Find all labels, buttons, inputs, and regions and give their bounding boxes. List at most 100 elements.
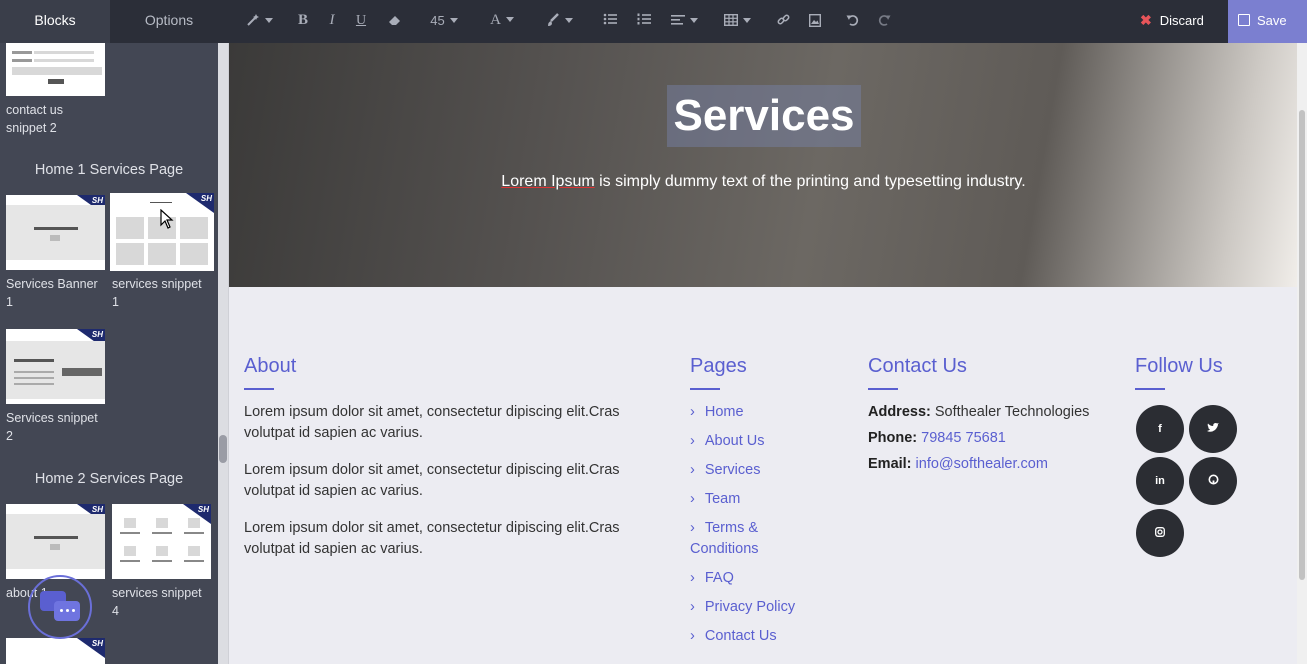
discard-label: Discard bbox=[1159, 13, 1204, 28]
block-label: Services snippet 2 bbox=[6, 411, 98, 443]
phone-link[interactable]: 79845 75681 bbox=[921, 430, 1006, 446]
hero-title[interactable]: Services bbox=[667, 85, 861, 147]
block-label: services snippet 4 bbox=[112, 586, 202, 618]
hero-subtitle-rest: is simply dummy text of the printing and… bbox=[594, 173, 1026, 190]
section-heading-home1: Home 1 Services Page bbox=[34, 162, 184, 178]
undo-button[interactable] bbox=[842, 0, 862, 43]
block-thumbnail-services-snippet-4[interactable]: SH bbox=[112, 504, 211, 579]
block-thumbnail-contact-us-snippet-2[interactable] bbox=[6, 43, 105, 96]
sh-badge: SH bbox=[91, 330, 103, 339]
about-paragraph: Lorem ipsum dolor sit amet, consectetur … bbox=[244, 462, 620, 499]
chevron-right-icon: › bbox=[690, 462, 695, 478]
floppy-disk-icon bbox=[1238, 14, 1250, 26]
github-icon[interactable] bbox=[1189, 457, 1237, 505]
contact-heading: Contact Us bbox=[868, 355, 967, 377]
facebook-icon[interactable]: f bbox=[1136, 405, 1184, 453]
font-size-value: 45 bbox=[430, 13, 445, 28]
sh-badge: SH bbox=[200, 194, 212, 203]
bulleted-list-icon bbox=[603, 13, 617, 25]
sidebar-scrollbar-thumb[interactable] bbox=[219, 435, 227, 463]
heading-underline bbox=[244, 388, 274, 390]
block-thumbnail-services-snippet-2[interactable]: SH bbox=[6, 329, 105, 404]
eraser-button[interactable] bbox=[384, 0, 406, 43]
underline-icon: U bbox=[355, 13, 367, 28]
bold-icon: B bbox=[297, 12, 308, 28]
contact-email: Email: info@softhealer.com bbox=[868, 456, 1048, 472]
twitter-icon[interactable] bbox=[1189, 405, 1237, 453]
redo-icon bbox=[878, 15, 890, 26]
pages-heading: Pages bbox=[690, 355, 747, 377]
chevron-right-icon: › bbox=[690, 520, 695, 536]
about-heading: About bbox=[244, 355, 297, 377]
chevron-right-icon: › bbox=[690, 433, 695, 449]
contact-phone: Phone: 79845 75681 bbox=[868, 430, 1006, 446]
tab-blocks[interactable]: Blocks bbox=[0, 0, 110, 43]
link-button[interactable] bbox=[774, 0, 792, 43]
linkedin-icon[interactable]: in bbox=[1136, 457, 1184, 505]
page-canvas: Services Lorem Ipsum is simply dummy tex… bbox=[228, 43, 1298, 664]
footer-link-services[interactable]: › Services bbox=[690, 460, 760, 481]
align-dropdown[interactable] bbox=[668, 0, 700, 43]
footer-link-faq[interactable]: › FAQ bbox=[690, 568, 734, 589]
block-thumbnail[interactable]: SH bbox=[6, 638, 105, 664]
magic-wand-dropdown[interactable] bbox=[244, 0, 274, 43]
instagram-icon[interactable] bbox=[1136, 509, 1184, 557]
paint-brush-icon bbox=[547, 13, 559, 26]
hero-banner[interactable]: Services Lorem Ipsum is simply dummy tex… bbox=[229, 43, 1298, 287]
font-color-dropdown[interactable]: A bbox=[484, 0, 520, 43]
underline-button[interactable]: U bbox=[352, 0, 370, 43]
block-label: services snippet 1 bbox=[112, 277, 202, 309]
undo-icon bbox=[846, 15, 858, 26]
about-paragraph: Lorem ipsum dolor sit amet, consectetur … bbox=[244, 404, 620, 441]
tab-options[interactable]: Options bbox=[110, 0, 228, 43]
chevron-right-icon: › bbox=[690, 491, 695, 507]
footer-link-privacy-policy[interactable]: › Privacy Policy bbox=[690, 597, 795, 618]
block-thumbnail-services-banner-1[interactable]: SH bbox=[6, 195, 105, 270]
save-button[interactable]: Save bbox=[1228, 0, 1307, 43]
footer-link-about-us[interactable]: › About Us bbox=[690, 431, 765, 452]
footer-link-terms[interactable]: › Terms & Conditions bbox=[690, 518, 790, 560]
font-icon: A bbox=[490, 12, 501, 28]
discard-button[interactable]: ✖ Discard bbox=[1140, 0, 1204, 43]
chevron-right-icon: › bbox=[690, 628, 695, 644]
link-icon bbox=[777, 14, 789, 25]
font-size-dropdown[interactable]: 45 bbox=[424, 0, 464, 43]
blocks-sidebar: contact us snippet 2 Home 1 Services Pag… bbox=[0, 43, 218, 664]
editor-toolbar: Blocks Options B I U 45 A ✖ Discard Save bbox=[0, 0, 1307, 43]
canvas-scrollbar-thumb[interactable] bbox=[1299, 110, 1305, 580]
heading-underline bbox=[1135, 388, 1165, 390]
block-label: Services Banner 1 bbox=[6, 277, 98, 309]
background-color-dropdown[interactable] bbox=[542, 0, 576, 43]
mouse-cursor-icon bbox=[160, 209, 174, 229]
table-dropdown[interactable] bbox=[722, 0, 752, 43]
heading-underline bbox=[690, 388, 720, 390]
eraser-icon bbox=[389, 16, 400, 25]
sh-badge: SH bbox=[197, 505, 209, 514]
bulleted-list-button[interactable] bbox=[600, 0, 620, 43]
numbered-list-icon bbox=[637, 13, 651, 25]
block-thumbnail-about-1[interactable]: SH bbox=[6, 504, 105, 579]
footer-link-home[interactable]: › Home bbox=[690, 402, 744, 423]
magic-wand-icon bbox=[246, 14, 259, 26]
chat-button[interactable] bbox=[28, 575, 92, 639]
hero-subtitle[interactable]: Lorem Ipsum is simply dummy text of the … bbox=[229, 173, 1298, 191]
italic-icon: I bbox=[329, 12, 335, 28]
sh-badge: SH bbox=[91, 505, 103, 514]
footer-link-team[interactable]: › Team bbox=[690, 489, 740, 510]
footer-link-contact-us[interactable]: › Contact Us bbox=[690, 626, 777, 647]
image-button[interactable] bbox=[806, 0, 824, 43]
numbered-list-button[interactable] bbox=[634, 0, 654, 43]
sh-badge: SH bbox=[91, 639, 103, 648]
block-label: contact us snippet 2 bbox=[6, 103, 63, 135]
chevron-right-icon: › bbox=[690, 404, 695, 420]
image-icon bbox=[808, 13, 822, 28]
hero-subtitle-lead: Lorem Ipsum bbox=[501, 173, 595, 190]
block-thumbnail-services-snippet-1[interactable]: SH bbox=[110, 193, 214, 271]
chevron-right-icon: › bbox=[690, 599, 695, 615]
bold-button[interactable]: B bbox=[294, 0, 312, 43]
sh-badge: SH bbox=[91, 196, 103, 205]
sidebar-scrollbar[interactable] bbox=[218, 43, 228, 664]
redo-button[interactable] bbox=[874, 0, 894, 43]
italic-button[interactable]: I bbox=[324, 0, 340, 43]
email-link[interactable]: info@softhealer.com bbox=[916, 456, 1048, 472]
